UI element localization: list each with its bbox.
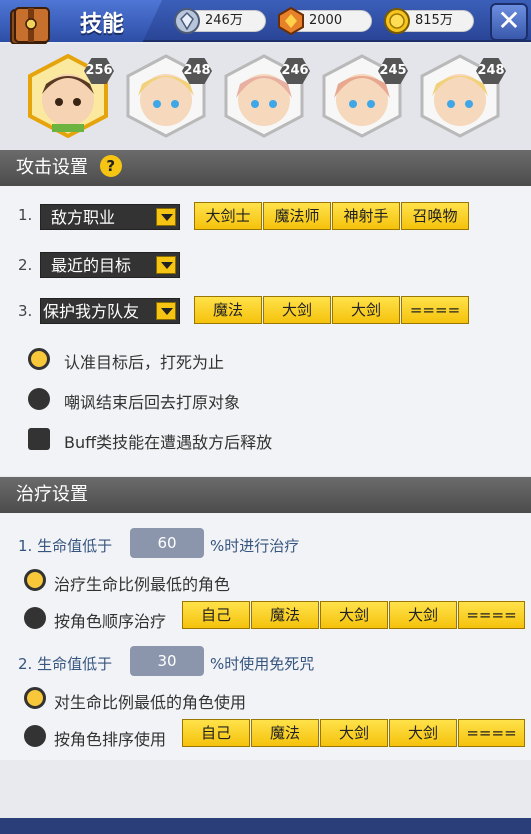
- option-heal-lowest-label: 治疗生命比例最低的角色: [54, 575, 231, 594]
- revive-order-empty[interactable]: ====: [458, 719, 525, 747]
- heal-settings-title: 治疗设置: [16, 484, 88, 505]
- heal-order-sword-2[interactable]: 大剑: [389, 601, 457, 629]
- option-kill-target-label: 认准目标后，打死为止: [64, 353, 225, 372]
- row-number: 3.: [18, 302, 33, 320]
- skill-window: 技能 246万 2000 815万 ✕ 256 248 246 245 248 …: [0, 0, 531, 834]
- revive-order-sword-2[interactable]: 大剑: [389, 719, 457, 747]
- nearest-target-dropdown[interactable]: 最近的目标: [40, 252, 180, 278]
- class-button-swordsman[interactable]: 大剑士: [194, 202, 262, 230]
- revive-threshold-label: 2. 生命值低于: [18, 655, 113, 673]
- ally-button-sword-1[interactable]: 大剑: [263, 296, 331, 324]
- gem-resource: 2000: [278, 7, 372, 35]
- option-return-after-taunt-label: 嘲讽结束后回去打原对象: [64, 393, 241, 412]
- heal-order-empty[interactable]: ====: [458, 601, 525, 629]
- heal-settings-body: 1. 生命值低于 60 %时进行治疗 治疗生命比例最低的角色 按角色顺序治疗 自…: [0, 513, 531, 760]
- chevron-down-icon: [156, 302, 176, 320]
- row-number: 2.: [18, 256, 33, 274]
- skill-book-icon: [10, 7, 50, 45]
- class-button-mage[interactable]: 魔法师: [263, 202, 331, 230]
- crystal-resource: 246万: [174, 8, 266, 34]
- window-bottom-edge: [0, 818, 531, 834]
- dropdown-value: 保护我方队友: [43, 302, 140, 321]
- class-button-summon[interactable]: 召唤物: [401, 202, 469, 230]
- heal-threshold-input[interactable]: 60: [130, 528, 204, 558]
- attack-settings-header: 攻击设置 ?: [0, 150, 531, 186]
- portrait-2[interactable]: 248: [124, 54, 212, 138]
- ally-button-empty[interactable]: ====: [401, 296, 469, 324]
- heal-order-mage[interactable]: 魔法: [251, 601, 319, 629]
- heal-settings-header: 治疗设置: [0, 477, 531, 513]
- radio-heal-lowest[interactable]: [24, 569, 46, 591]
- radio-heal-order[interactable]: [24, 607, 46, 629]
- help-icon[interactable]: ?: [99, 155, 122, 177]
- dropdown-value: 最近的目标: [51, 256, 132, 275]
- heal-threshold-suffix: %时进行治疗: [210, 537, 300, 555]
- revive-order-sword-1[interactable]: 大剑: [320, 719, 388, 747]
- radio-revive-lowest[interactable]: [24, 687, 46, 709]
- revive-order-self[interactable]: 自己: [182, 719, 250, 747]
- portrait-3[interactable]: 246: [222, 54, 310, 138]
- target-class-dropdown[interactable]: 敌方职业: [40, 204, 180, 230]
- portrait-4[interactable]: 245: [320, 54, 408, 138]
- gold-resource: 815万: [384, 8, 474, 34]
- option-revive-lowest-label: 对生命比例最低的角色使用: [54, 693, 247, 712]
- radio-kill-target[interactable]: [28, 348, 50, 370]
- radio-return-after-taunt[interactable]: [28, 388, 50, 410]
- close-button[interactable]: ✕: [490, 3, 528, 41]
- revive-threshold-input[interactable]: 30: [130, 646, 204, 676]
- revive-order-mage[interactable]: 魔法: [251, 719, 319, 747]
- gem-value: 2000: [309, 13, 343, 28]
- ally-button-sword-2[interactable]: 大剑: [332, 296, 400, 324]
- heal-order-self[interactable]: 自己: [182, 601, 250, 629]
- header: 技能 246万 2000 815万 ✕: [0, 0, 531, 45]
- ally-button-mage[interactable]: 魔法: [194, 296, 262, 324]
- dropdown-value: 敌方职业: [51, 208, 116, 227]
- class-button-archer[interactable]: 神射手: [332, 202, 400, 230]
- character-portraits: 256 248 246 245 248: [0, 44, 531, 150]
- checkbox-buff-release[interactable]: [28, 428, 50, 450]
- revive-threshold-suffix: %时使用免死咒: [210, 655, 315, 673]
- protect-ally-dropdown[interactable]: 保护我方队友: [40, 298, 180, 324]
- portrait-5[interactable]: 248: [418, 54, 506, 138]
- option-buff-release-label: Buff类技能在遭遇敌方后释放: [64, 433, 273, 452]
- chevron-down-icon: [156, 256, 176, 274]
- gem-badge-icon: [278, 7, 304, 35]
- row-number: 1.: [18, 206, 33, 224]
- crystal-value: 246万: [205, 13, 243, 28]
- radio-revive-order[interactable]: [24, 725, 46, 747]
- attack-settings-body: 1. 敌方职业 大剑士 魔法师 神射手 召唤物 2. 最近的目标 3. 保护我方…: [0, 186, 531, 476]
- heal-threshold-label: 1. 生命值低于: [18, 537, 113, 555]
- crystal-icon: [174, 8, 200, 34]
- portrait-1[interactable]: 256: [26, 53, 114, 139]
- option-revive-order-label: 按角色排序使用: [54, 730, 167, 749]
- option-heal-order-label: 按角色顺序治疗: [54, 612, 167, 631]
- heal-order-sword-1[interactable]: 大剑: [320, 601, 388, 629]
- gold-coin-icon: [384, 8, 410, 34]
- page-title: 技能: [80, 12, 125, 37]
- gold-value: 815万: [415, 13, 453, 28]
- chevron-down-icon: [156, 208, 176, 226]
- attack-settings-title: 攻击设置: [16, 157, 88, 178]
